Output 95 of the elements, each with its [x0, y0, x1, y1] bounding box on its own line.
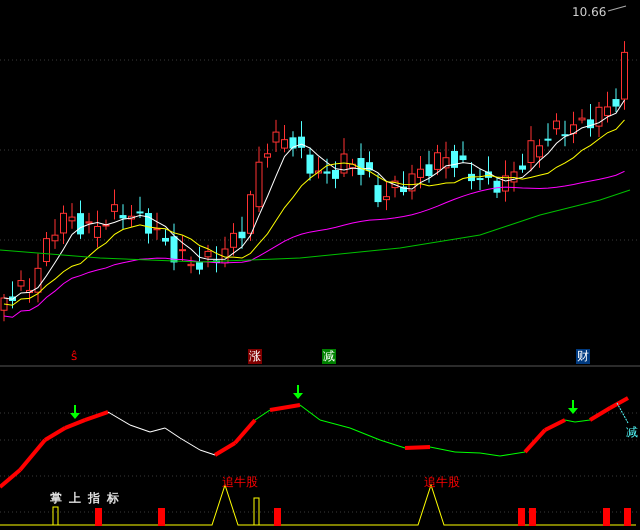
candlestick: [102, 219, 110, 230]
candlestick: [408, 164, 416, 200]
candlestick: [34, 253, 42, 303]
candlestick: [366, 150, 373, 178]
candlestick: [52, 218, 58, 250]
candlestick: [298, 120, 305, 159]
signal-bar: [624, 508, 631, 526]
signal-bar: [603, 508, 610, 526]
indicator-title: 掌上指标: [50, 490, 126, 507]
candlestick: [544, 122, 552, 148]
signal-bar: [52, 506, 58, 526]
candlestick: [553, 112, 560, 136]
candlestick: [272, 119, 280, 152]
candlestick: [204, 244, 212, 268]
candlestick: [196, 246, 203, 275]
candlestick: [222, 236, 228, 268]
candlestick: [536, 138, 543, 168]
candlestick: [154, 212, 160, 240]
candlestick: [621, 40, 628, 110]
candlestick: [128, 204, 135, 228]
candlestick: [426, 150, 432, 184]
candlestick: [188, 256, 194, 274]
candlestick: [383, 181, 390, 211]
signal-marker: 财: [576, 349, 590, 364]
candlestick: [238, 216, 246, 250]
candlestick: [578, 108, 586, 124]
candlestick: [60, 204, 67, 244]
candlestick: [358, 142, 364, 186]
candlestick: [256, 146, 262, 212]
down-arrow-icon: [70, 405, 80, 419]
candlestick: [179, 235, 186, 262]
candlestick: [111, 189, 118, 220]
candlestick: [596, 102, 602, 138]
signal-marker: ŝ: [70, 349, 78, 364]
candlestick: [77, 200, 84, 240]
leader-line: [616, 402, 628, 424]
candlestick: [18, 270, 24, 292]
signal-bar: [529, 508, 536, 526]
candlestick: [502, 160, 509, 202]
candlestick: [145, 208, 152, 244]
candlestick: [162, 228, 169, 246]
candlestick: [340, 138, 348, 178]
down-arrow-icon: [293, 385, 303, 399]
signal-label: 追牛股: [424, 474, 460, 491]
candlestick: [170, 223, 178, 271]
candlestick: [68, 202, 76, 230]
candlestick: [476, 168, 484, 190]
signal-marker: 减: [322, 349, 336, 364]
candlestick: [94, 210, 101, 248]
candlestick: [349, 158, 356, 177]
candlestick: [264, 143, 271, 168]
candlestick: [562, 120, 568, 147]
candlestick: [332, 160, 339, 189]
candlestick: [281, 124, 288, 153]
candlestick: [290, 130, 296, 157]
candlestick: [400, 170, 407, 196]
price-label: 10.66: [572, 4, 606, 21]
candlestick: [392, 175, 398, 198]
candlestick: [247, 190, 254, 242]
candlestick: [528, 126, 534, 172]
signal-marker: 涨: [248, 349, 262, 364]
candlestick: [26, 278, 33, 304]
candlestick: [315, 156, 322, 179]
candlestick: [460, 140, 466, 164]
candlestick: [519, 153, 526, 174]
candlestick: [230, 222, 237, 256]
candlestick: [136, 196, 144, 219]
candlestick: [604, 91, 611, 123]
candlestick: [434, 144, 441, 176]
candlestick: [485, 156, 492, 185]
signal-bar: [518, 508, 525, 526]
candlestick: [324, 158, 330, 184]
end-label: 减: [626, 424, 638, 441]
candlestick: [9, 280, 16, 309]
candlestick: [43, 232, 50, 267]
candlestick: [417, 156, 424, 189]
candlestick: [612, 88, 620, 113]
signal-bar: [254, 498, 260, 526]
candlestick: [374, 174, 382, 208]
candlestick: [468, 162, 475, 190]
candlestick: [451, 144, 458, 178]
candlestick: [306, 146, 314, 182]
candlestick: [587, 104, 594, 138]
candlestick: [213, 246, 220, 273]
candlestick: [494, 176, 500, 199]
candlestick: [86, 212, 92, 234]
signal-bar: [274, 508, 281, 526]
signal-bar: [158, 508, 165, 526]
candlestick: [442, 141, 450, 179]
signal-label: 追牛股: [222, 474, 258, 491]
candlestick: [120, 204, 126, 230]
candlestick: [510, 161, 518, 192]
signal-bar: [95, 508, 102, 526]
candlestick: [570, 111, 577, 144]
down-arrow-icon: [568, 400, 578, 414]
